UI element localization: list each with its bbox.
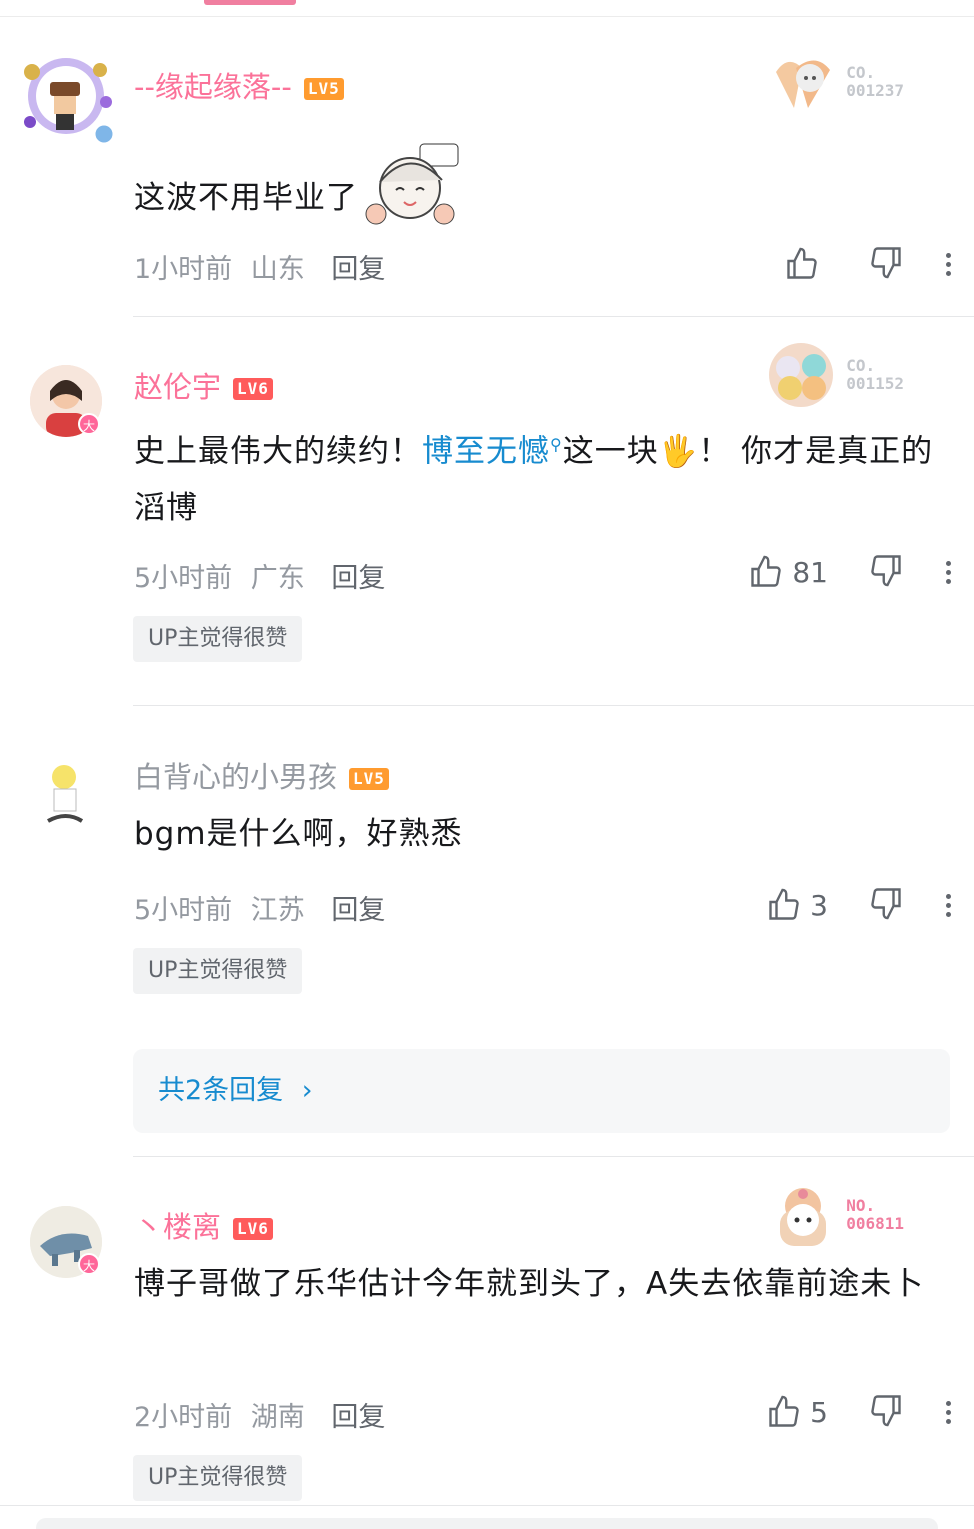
search-keyword-link[interactable]: 博至无憾 xyxy=(422,433,550,469)
comment-actions xyxy=(784,244,952,284)
timestamp: 5小时前 xyxy=(134,563,233,594)
chevron-right-icon: › xyxy=(301,1075,313,1106)
comment-actions: 5 xyxy=(766,1392,952,1432)
level-badge: LV6 xyxy=(233,378,273,400)
fan-card-decoration-icon xyxy=(780,1188,827,1246)
view-replies-label: 共2条回复 xyxy=(158,1075,284,1106)
comment-meta: 5小时前 江苏 回复 xyxy=(134,888,385,927)
comment-divider xyxy=(0,1505,974,1506)
more-options-button[interactable] xyxy=(946,249,952,280)
comment-divider xyxy=(133,1156,974,1157)
avatar-badge: 大 xyxy=(78,1253,100,1275)
level-badge: LV6 xyxy=(233,1218,273,1240)
view-replies-button[interactable]: 共2条回复 › xyxy=(133,1049,950,1133)
username-text[interactable]: --缘起缘落-- xyxy=(134,70,292,104)
fan-number: CO. 001237 xyxy=(846,63,904,100)
username[interactable]: --缘起缘落-- LV5 xyxy=(134,64,344,106)
dislike-button[interactable] xyxy=(868,1392,904,1432)
reply-button[interactable]: 回复 xyxy=(331,254,385,285)
comment-text: 博子哥做了乐华估计今年就到头了，A失去依靠前途未卜 xyxy=(134,1266,925,1302)
ip-location: 山东 xyxy=(250,254,305,285)
more-options-button[interactable] xyxy=(946,557,952,588)
comment-text: 这波不用毕业了 xyxy=(134,143,946,234)
thumbs-up-icon xyxy=(787,247,817,279)
fan-card-decoration-icon xyxy=(769,343,834,407)
like-count: 5 xyxy=(810,1395,828,1429)
like-count: 81 xyxy=(792,555,828,589)
bottom-input-bar[interactable] xyxy=(36,1518,938,1529)
comment-divider xyxy=(133,705,974,706)
level-badge: LV5 xyxy=(349,768,389,790)
username[interactable]: 丶楼离 LV6 xyxy=(134,1204,273,1246)
up-liked-tag: UP主觉得很赞 xyxy=(133,948,303,994)
more-options-button[interactable] xyxy=(946,890,952,921)
comment-actions: 3 xyxy=(766,885,952,925)
timestamp: 2小时前 xyxy=(134,1402,233,1433)
fan-card-decoration-icon xyxy=(776,60,831,108)
fan-card[interactable]: NO. 006811 xyxy=(768,1180,904,1250)
thumbs-down-icon xyxy=(871,247,901,279)
reply-button[interactable]: 回复 xyxy=(331,563,385,594)
like-button[interactable] xyxy=(784,246,828,282)
username[interactable]: 赵伦宇 LV6 xyxy=(134,364,273,406)
fan-card[interactable]: CO. 001152 xyxy=(764,342,904,408)
thumbs-up-icon xyxy=(769,888,799,920)
thumbs-up-icon xyxy=(769,1395,799,1427)
thumbs-down-icon xyxy=(871,1395,901,1427)
ip-location: 江苏 xyxy=(250,895,305,926)
avatar[interactable] xyxy=(30,755,102,827)
sticker-emoji-icon xyxy=(365,143,459,225)
comment-actions: 81 xyxy=(748,552,952,592)
thumbs-down-icon xyxy=(871,555,901,587)
avatar-badge: 大 xyxy=(78,413,100,435)
comment-text: bgm是什么啊，好熟悉 xyxy=(134,816,463,852)
comment-meta: 2小时前 湖南 回复 xyxy=(134,1395,385,1434)
search-icon: ⚲ xyxy=(550,435,563,454)
comment-text: 史上最伟大的续约！博至无憾⚲这一块🖐！ 你才是真正的滔博 xyxy=(134,433,934,527)
reply-button[interactable]: 回复 xyxy=(331,895,385,926)
username-text[interactable]: 白背心的小男孩 xyxy=(134,760,337,794)
username-text[interactable]: 赵伦宇 xyxy=(134,370,221,404)
comment-meta: 1小时前 山东 回复 xyxy=(134,247,385,286)
comment-divider xyxy=(133,316,974,317)
thumbs-down-icon xyxy=(871,888,901,920)
top-divider xyxy=(0,16,974,17)
comment-meta: 5小时前 广东 回复 xyxy=(134,556,385,595)
up-liked-tag: UP主觉得很赞 xyxy=(133,616,303,662)
fan-card[interactable]: CO. 001237 xyxy=(768,52,904,112)
more-options-button[interactable] xyxy=(946,1397,952,1428)
level-badge: LV5 xyxy=(303,78,344,100)
timestamp: 5小时前 xyxy=(134,895,233,926)
like-count: 3 xyxy=(810,888,828,922)
dislike-button[interactable] xyxy=(868,244,904,284)
like-button[interactable]: 81 xyxy=(748,554,828,590)
active-tab-indicator xyxy=(204,0,296,5)
like-button[interactable]: 3 xyxy=(766,887,828,923)
like-button[interactable]: 5 xyxy=(766,1394,828,1430)
username[interactable]: 白背心的小男孩 LV5 xyxy=(134,754,389,796)
ip-location: 广东 xyxy=(250,563,305,594)
dislike-button[interactable] xyxy=(868,885,904,925)
ip-location: 湖南 xyxy=(250,1402,305,1433)
dislike-button[interactable] xyxy=(868,552,904,592)
avatar[interactable] xyxy=(12,42,120,150)
timestamp: 1小时前 xyxy=(134,254,233,285)
username-text[interactable]: 丶楼离 xyxy=(134,1210,221,1244)
fan-number: NO. 006811 xyxy=(846,1196,904,1233)
reply-button[interactable]: 回复 xyxy=(331,1402,385,1433)
fan-number: CO. 001152 xyxy=(846,356,904,393)
up-liked-tag: UP主觉得很赞 xyxy=(133,1455,303,1501)
thumbs-up-icon xyxy=(751,555,782,587)
